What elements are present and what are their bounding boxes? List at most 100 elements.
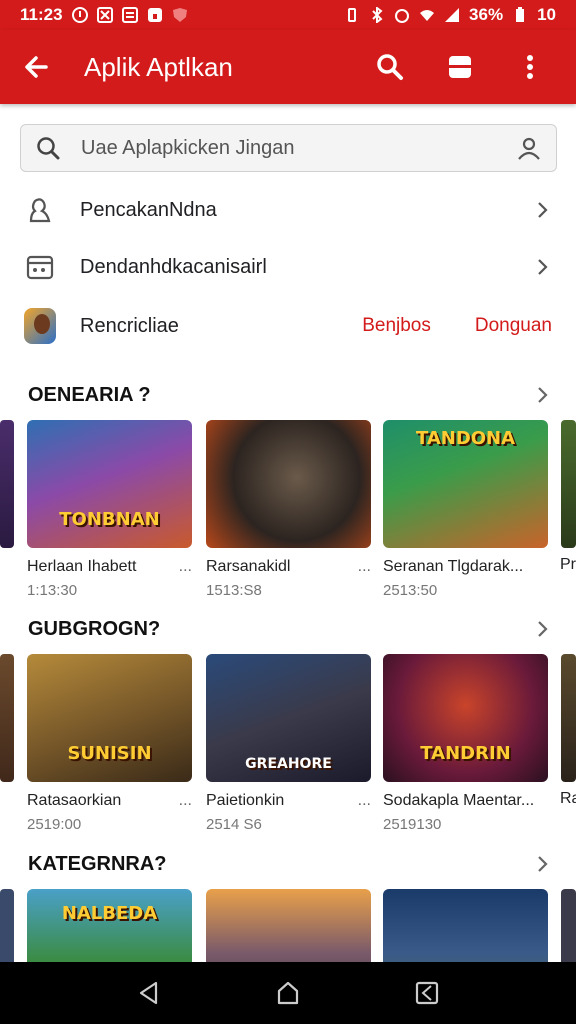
chevron-right-icon	[538, 259, 548, 275]
game-card[interactable]: TANDRIN Sodakapla Maentar... 2519130	[383, 654, 548, 833]
card-carousel[interactable]: SUNISIN Ratasaorkian... 2519:00 GREAHORE…	[0, 654, 576, 834]
menu-item-rencricliae[interactable]: Rencricliae Benjbos Donguan	[24, 299, 552, 353]
avatar	[24, 308, 56, 344]
chevron-right-icon	[538, 856, 548, 872]
game-thumbnail: TONBNAN	[27, 420, 192, 548]
person-pin-icon	[29, 198, 51, 223]
card-title: Sodakapla Maentar...	[383, 792, 533, 809]
more-vert-icon	[527, 55, 533, 79]
card-meta: 2513:50	[383, 582, 438, 599]
link-benjbos[interactable]: Benjbos	[362, 315, 431, 337]
alarm-icon	[395, 9, 410, 23]
section-title: OENEARIA ?	[28, 383, 151, 406]
card-meta: 2519130	[383, 816, 442, 833]
game-thumbnail	[206, 420, 371, 548]
more-options-button[interactable]	[512, 49, 548, 85]
game-card[interactable]	[383, 889, 548, 962]
thumbnail-art-text: TANDRIN	[420, 743, 511, 764]
menu-item-pencakan[interactable]: PencakanNdna	[24, 183, 552, 237]
status-extra: 10	[537, 5, 556, 24]
more-dots[interactable]: ...	[179, 558, 192, 576]
card-edge-left[interactable]	[0, 654, 14, 782]
account-icon[interactable]	[516, 135, 542, 161]
lock-icon	[147, 8, 162, 22]
card-edge-right[interactable]	[561, 654, 576, 782]
notification-icon	[71, 7, 88, 23]
card-edge-left[interactable]	[0, 420, 14, 548]
card-title: Rarsanakidl	[206, 558, 291, 575]
card-title-partial: Pr	[560, 556, 576, 573]
card-meta: 2514 S6	[206, 816, 262, 833]
cart-button[interactable]	[442, 49, 478, 85]
back-arrow-icon	[25, 56, 48, 78]
card-meta: 2519:00	[27, 816, 82, 833]
game-card[interactable]: NALBEDA	[27, 889, 192, 962]
chevron-right-icon	[538, 202, 548, 218]
game-card[interactable]: TONBNAN Herlaan Ihabett... 1:13:30	[27, 420, 192, 599]
card-title: Seranan Tlgdarak...	[383, 558, 524, 575]
message-icon	[121, 7, 138, 23]
app-notify-icon	[96, 7, 113, 23]
card-meta: 1513:S8	[206, 582, 262, 599]
back-nav-icon[interactable]	[136, 980, 162, 1006]
section-header[interactable]: GUBGROGN?	[28, 614, 552, 644]
thumbnail-art-text: NALBEDA	[61, 903, 158, 924]
more-dots[interactable]: ...	[179, 792, 192, 810]
game-card[interactable]: GREAHORE Paietionkin... 2514 S6	[206, 654, 371, 833]
game-thumbnail: TANDONA	[383, 420, 548, 548]
search-icon	[37, 137, 60, 160]
game-thumbnail: NALBEDA	[27, 889, 192, 962]
search-placeholder: Uae Aplapkicken Jingan	[81, 136, 295, 159]
game-card[interactable]: SUNISIN Ratasaorkian... 2519:00	[27, 654, 192, 833]
section-title: KATEGRNRA?	[28, 852, 167, 875]
chevron-right-icon	[538, 387, 548, 403]
system-nav-bar	[0, 962, 576, 1024]
signal-icon	[445, 8, 460, 22]
battery-percent: 36%	[469, 5, 504, 24]
section-title: GUBGROGN?	[28, 617, 161, 640]
game-card[interactable]	[206, 889, 371, 962]
shield-icon	[172, 8, 187, 22]
menu-item-label: Dendanhdkacanisairl	[80, 255, 267, 278]
menu-item-label: Rencricliae	[80, 314, 179, 337]
home-nav-icon[interactable]	[275, 980, 301, 1006]
thumbnail-art-text: TONBNAN	[59, 509, 160, 530]
thumbnail-art-text: GREAHORE	[245, 756, 332, 772]
game-thumbnail: GREAHORE	[206, 654, 371, 782]
menu-item-label: PencakanNdna	[80, 198, 217, 221]
menu-item-dendan[interactable]: Dendanhdkacanisairl	[24, 240, 552, 294]
card-carousel[interactable]: TONBNAN Herlaan Ihabett... 1:13:30 Rarsa…	[0, 420, 576, 600]
app-title: Aplik Aptlkan	[84, 51, 233, 82]
card-title-partial: Ra	[560, 790, 576, 807]
card-edge-right[interactable]	[561, 889, 576, 962]
link-donguan[interactable]: Donguan	[475, 315, 552, 337]
card-carousel[interactable]: NALBEDA	[0, 889, 576, 962]
back-button[interactable]	[18, 49, 54, 85]
card-title: Paietionkin	[206, 792, 285, 809]
search-button[interactable]	[372, 49, 408, 85]
game-card[interactable]: Rarsanakidl... 1513:S8	[206, 420, 371, 599]
more-dots[interactable]: ...	[358, 558, 371, 576]
card-title: Herlaan Ihabett	[27, 558, 137, 575]
battery-icon	[516, 7, 525, 22]
recents-nav-icon[interactable]	[414, 980, 440, 1006]
game-thumbnail	[206, 889, 371, 962]
game-card[interactable]: TANDONA Seranan Tlgdarak... 2513:50	[383, 420, 548, 599]
cart-icon	[449, 56, 471, 78]
search-bar[interactable]: Uae Aplapkicken Jingan	[20, 124, 557, 172]
game-thumbnail	[383, 889, 548, 962]
search-icon	[377, 54, 403, 80]
bluetooth-icon	[372, 7, 383, 23]
section-header[interactable]: OENEARIA ?	[28, 380, 552, 410]
card-meta: 1:13:30	[27, 582, 78, 599]
more-dots[interactable]: ...	[358, 792, 371, 810]
wifi-icon	[420, 10, 435, 21]
section-header[interactable]: KATEGRNRA?	[28, 849, 552, 879]
card-edge-left[interactable]	[0, 889, 14, 962]
thumbnail-art-text: SUNISIN	[67, 743, 152, 764]
card-edge-right[interactable]	[561, 420, 576, 548]
vibrate-icon	[348, 8, 357, 22]
thumbnail-art-text: TANDONA	[415, 428, 516, 449]
status-time: 11:23	[20, 5, 63, 24]
app-bar: Aplik Aptlkan	[0, 30, 576, 104]
